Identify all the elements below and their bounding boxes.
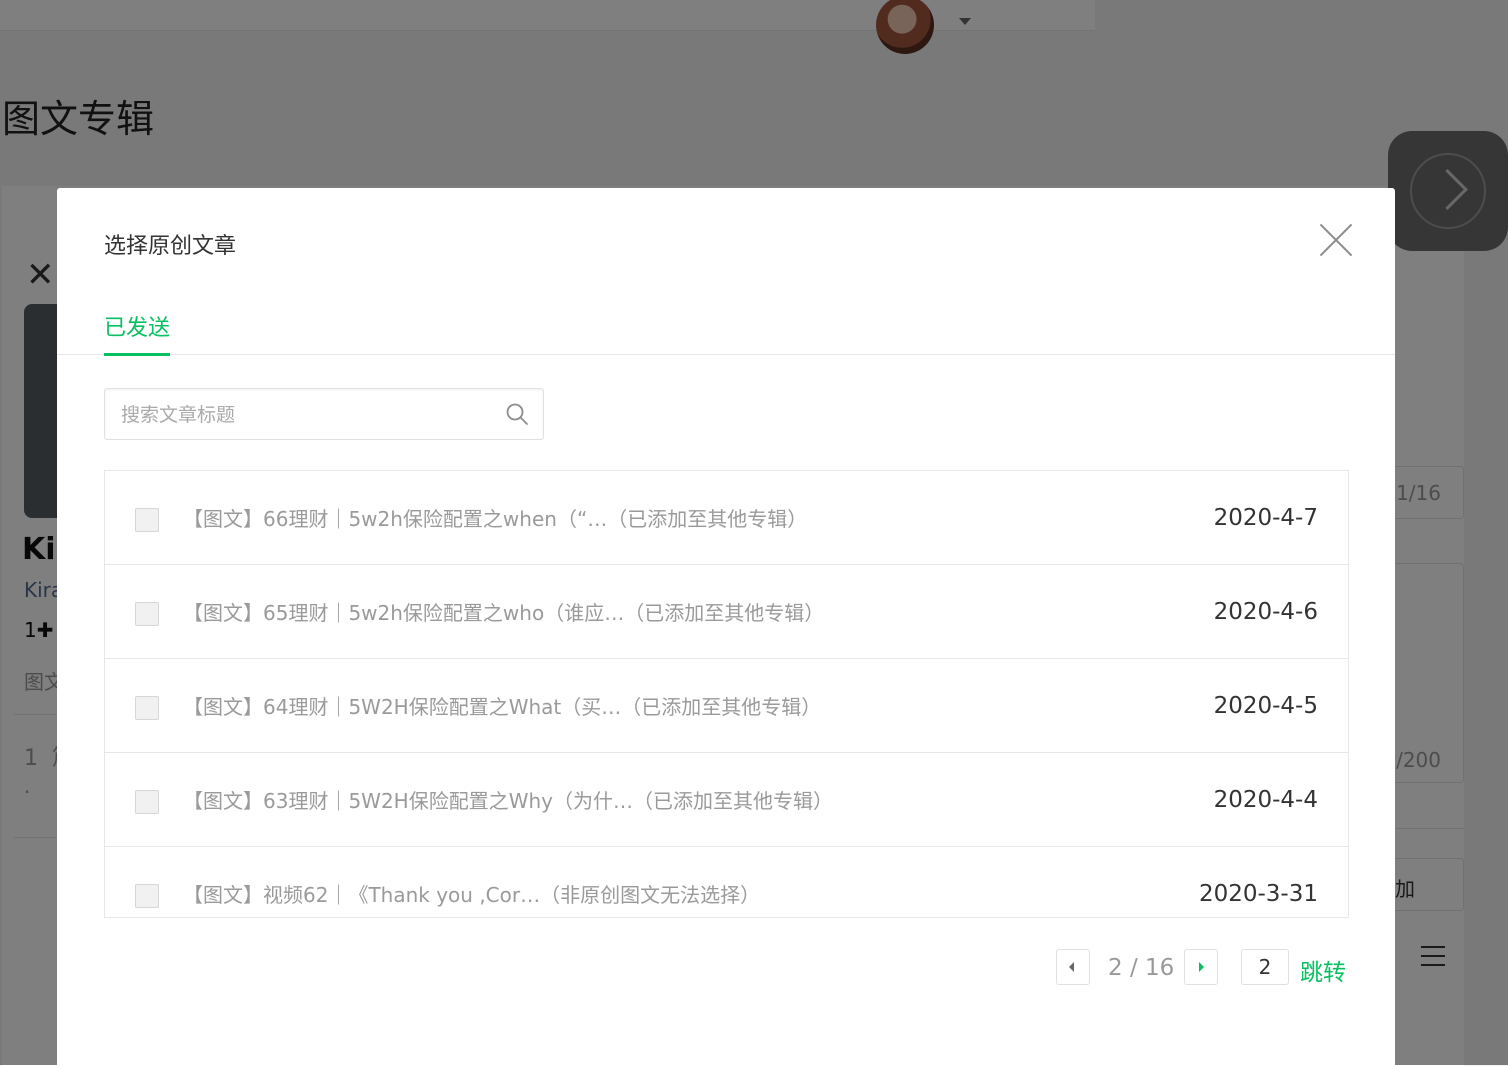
article-title: 【图文】64理财｜5W2H保险配置之What（买…（已添加至其他专辑） [183, 695, 822, 719]
caret-left-icon [1069, 962, 1074, 972]
article-date: 2020-3-31 [1198, 881, 1318, 907]
caret-right-icon [1199, 962, 1204, 972]
search-box [104, 388, 544, 441]
next-page-button[interactable] [1184, 949, 1218, 985]
article-date: 2020-4-6 [1213, 599, 1318, 625]
article-date: 2020-4-4 [1213, 787, 1318, 813]
search-input[interactable] [119, 389, 503, 441]
article-date: 2020-4-7 [1213, 505, 1318, 531]
list-item[interactable]: 【图文】66理财｜5w2h保险配置之when（“…（已添加至其他专辑） 2020… [105, 471, 1348, 565]
article-title: 【图文】66理财｜5w2h保险配置之when（“…（已添加至其他专辑） [183, 507, 808, 531]
article-title: 【图文】视频62｜《Thank you ,Cor…（非原创图文无法选择） [183, 883, 761, 907]
select-original-article-dialog: 选择原创文章 已发送 【图文】66理财｜5w2h保险配置之when（“…（已添加… [57, 188, 1395, 1065]
article-title: 【图文】63理财｜5W2H保险配置之Why（为什…（已添加至其他专辑） [183, 789, 833, 813]
article-checkbox[interactable] [135, 508, 159, 532]
search-icon[interactable] [505, 402, 529, 426]
close-icon[interactable] [1320, 224, 1352, 256]
list-item[interactable]: 【图文】65理财｜5w2h保险配置之who（谁应…（已添加至其他专辑） 2020… [105, 565, 1348, 659]
list-item[interactable]: 【图文】视频62｜《Thank you ,Cor…（非原创图文无法选择） 202… [105, 847, 1348, 917]
article-list: 【图文】66理财｜5w2h保险配置之when（“…（已添加至其他专辑） 2020… [104, 470, 1349, 918]
pagination: 2 / 16 跳转 [1056, 949, 1348, 987]
prev-page-button[interactable] [1056, 949, 1090, 985]
dialog-title: 选择原创文章 [104, 234, 237, 259]
tab-sent[interactable]: 已发送 [104, 310, 171, 356]
article-title: 【图文】65理财｜5w2h保险配置之who（谁应…（已添加至其他专辑） [183, 601, 825, 625]
tab-bar: 已发送 [57, 292, 1395, 356]
article-checkbox[interactable] [135, 790, 159, 814]
list-item[interactable]: 【图文】63理财｜5W2H保险配置之Why（为什…（已添加至其他专辑） 2020… [105, 753, 1348, 847]
jump-button[interactable]: 跳转 [1300, 953, 1346, 987]
list-item[interactable]: 【图文】64理财｜5W2H保险配置之What（买…（已添加至其他专辑） 2020… [105, 659, 1348, 753]
page-jump-input[interactable] [1241, 949, 1289, 985]
article-checkbox[interactable] [135, 884, 159, 908]
article-date: 2020-4-5 [1213, 693, 1318, 719]
article-checkbox[interactable] [135, 602, 159, 626]
article-checkbox[interactable] [135, 696, 159, 720]
page-indicator: 2 / 16 [1108, 955, 1175, 981]
